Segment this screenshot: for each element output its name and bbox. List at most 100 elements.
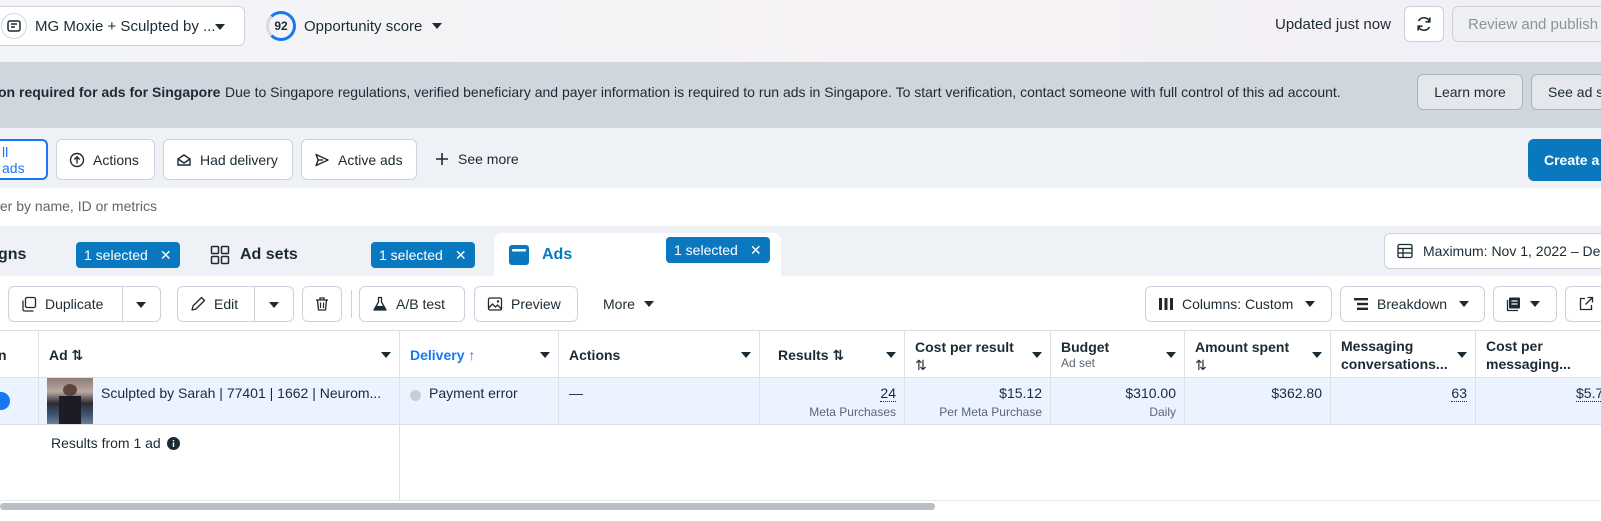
opportunity-score[interactable]: 92 Opportunity score: [266, 11, 443, 41]
messaging-conversations-value[interactable]: 63: [1451, 385, 1467, 402]
plus-icon: [436, 153, 448, 165]
see-more-label: See more: [458, 151, 519, 167]
results-summary: Results from 1 ad: [51, 435, 180, 451]
chevron-down-icon[interactable]: [540, 352, 550, 358]
refresh-button[interactable]: [1404, 6, 1444, 42]
filter-had-delivery[interactable]: Had delivery: [163, 139, 293, 180]
on-off-toggle[interactable]: [0, 392, 10, 410]
chevron-down-icon[interactable]: [1312, 352, 1322, 358]
filter-active-ads[interactable]: Active ads: [301, 139, 417, 180]
more-label: More: [603, 296, 635, 312]
preview-button[interactable]: Preview: [474, 286, 578, 322]
learn-more-button[interactable]: Learn more: [1417, 74, 1523, 110]
chevron-down-icon: [643, 301, 654, 307]
column-header-delivery[interactable]: Delivery ↑: [400, 331, 559, 379]
tab-ads[interactable]: Ads: [508, 233, 572, 276]
table-header: n Ad ⇅ Delivery ↑ Actions Results ⇅ Cost…: [0, 330, 1601, 379]
edit-dropdown-chevron-icon[interactable]: [269, 302, 279, 308]
columns-label: Columns: Custom: [1182, 296, 1294, 312]
trash-icon: [316, 297, 328, 311]
chevron-down-icon[interactable]: [1032, 352, 1042, 358]
tab-ad-sets[interactable]: Ad sets: [210, 233, 298, 276]
date-range-picker[interactable]: Maximum: Nov 1, 2022 – Dec: [1384, 233, 1601, 269]
create-ad-button[interactable]: Create a: [1528, 139, 1601, 181]
duplicate-label: Duplicate: [45, 296, 104, 312]
table-bottom-border: [0, 500, 1601, 501]
campaigns-selected-count: 1 selected: [84, 247, 148, 263]
more-menu-button[interactable]: More: [603, 296, 654, 312]
chevron-down-icon: [432, 23, 443, 29]
ad-thumbnail[interactable]: [47, 378, 93, 424]
see-more-filters[interactable]: See more: [436, 151, 519, 167]
adsets-selected-count: 1 selected: [379, 247, 443, 263]
sort-icon: ⇅: [1195, 357, 1207, 373]
actions-value: —: [569, 385, 583, 401]
column-header-cost-per-messaging[interactable]: Cost per messaging...: [1476, 331, 1601, 379]
column-cost-per-messaging-label: Cost per messaging...: [1486, 338, 1571, 372]
cost-per-messaging-value[interactable]: $5.7: [1576, 385, 1601, 402]
column-header-amount-spent[interactable]: Amount spent ⇅: [1185, 331, 1331, 379]
filter-all-ads[interactable]: ll ads: [0, 139, 48, 180]
ad-name-cell: Sculpted by Sarah | 77401 | 1662 | Neuro…: [39, 378, 400, 425]
flask-icon: [373, 296, 387, 311]
ads-selected-count: 1 selected: [674, 242, 738, 258]
column-header-messaging-conversations[interactable]: Messaging conversations...: [1331, 331, 1476, 379]
adsets-selected-pill[interactable]: 1 selected ✕: [371, 242, 475, 268]
ad-window-icon: [509, 244, 529, 265]
cost-per-result-value: $15.12: [999, 385, 1042, 401]
column-header-ad[interactable]: Ad ⇅: [39, 331, 400, 379]
close-icon[interactable]: ✕: [160, 247, 172, 264]
chevron-down-icon[interactable]: [886, 352, 896, 358]
table-row[interactable]: Sculpted by Sarah | 77401 | 1662 | Neuro…: [0, 378, 1601, 425]
column-budget-label: Budget: [1061, 339, 1110, 355]
send-icon: [315, 153, 329, 166]
column-header-off[interactable]: n: [0, 331, 39, 379]
column-header-budget[interactable]: Budget Ad set: [1051, 331, 1185, 379]
budget-sub: Daily: [1149, 405, 1176, 419]
results-summary-text: Results from 1 ad: [51, 435, 161, 451]
column-delivery-label: Delivery ↑: [410, 347, 476, 363]
singapore-verification-banner: on required for ads for Singapore Due to…: [0, 62, 1601, 128]
account-selector[interactable]: MG Moxie + Sculpted by ...: [0, 6, 245, 46]
reports-button[interactable]: [1493, 286, 1557, 322]
filter-row: ll ads Actions Had delivery Active ads S…: [0, 128, 1601, 188]
close-icon[interactable]: ✕: [750, 242, 762, 259]
ad-name-link[interactable]: Sculpted by Sarah | 77401 | 1662 | Neuro…: [101, 385, 381, 401]
search-bar[interactable]: ter by name, ID or metrics: [0, 188, 1601, 226]
review-and-publish-button[interactable]: Review and publish: [1452, 6, 1601, 42]
budget-value: $310.00: [1125, 385, 1176, 401]
horizontal-scrollbar[interactable]: [0, 503, 935, 510]
chevron-down-icon[interactable]: [381, 352, 391, 358]
campaigns-selected-pill[interactable]: 1 selected ✕: [76, 242, 180, 268]
ads-selected-pill[interactable]: 1 selected ✕: [666, 237, 770, 263]
export-button[interactable]: [1565, 286, 1601, 322]
column-header-results[interactable]: Results ⇅: [760, 331, 905, 379]
info-icon[interactable]: [166, 436, 180, 450]
grid-icon: [210, 245, 230, 264]
chevron-down-icon[interactable]: [741, 352, 751, 358]
preview-label: Preview: [511, 296, 561, 312]
breakdown-button[interactable]: Breakdown: [1340, 286, 1485, 322]
chevron-down-icon[interactable]: [1457, 352, 1467, 358]
column-divider: [399, 425, 400, 500]
delivery-cell: Payment error: [400, 378, 559, 425]
see-ad-button[interactable]: See ad s: [1531, 74, 1601, 110]
tab-ad-sets-label: Ad sets: [240, 245, 298, 263]
tab-campaigns[interactable]: gns: [0, 233, 26, 276]
filter-active-ads-label: Active ads: [338, 151, 403, 168]
sort-icon: ⇅: [915, 357, 927, 373]
column-header-actions[interactable]: Actions: [559, 331, 760, 379]
delete-button[interactable]: [302, 286, 342, 322]
duplicate-dropdown-chevron-icon[interactable]: [136, 302, 146, 308]
divider: [254, 286, 255, 322]
chevron-down-icon[interactable]: [1166, 352, 1176, 358]
ab-test-button[interactable]: A/B test: [359, 286, 465, 322]
divider: [122, 286, 123, 322]
tab-ads-label: Ads: [542, 245, 573, 263]
column-header-cost-per-result[interactable]: Cost per result ⇅: [905, 331, 1051, 379]
opportunity-score-label: Opportunity score: [304, 17, 423, 35]
close-icon[interactable]: ✕: [455, 247, 467, 264]
filter-actions[interactable]: Actions: [56, 139, 155, 180]
columns-button[interactable]: Columns: Custom: [1145, 286, 1332, 322]
results-value[interactable]: 24: [880, 385, 896, 402]
